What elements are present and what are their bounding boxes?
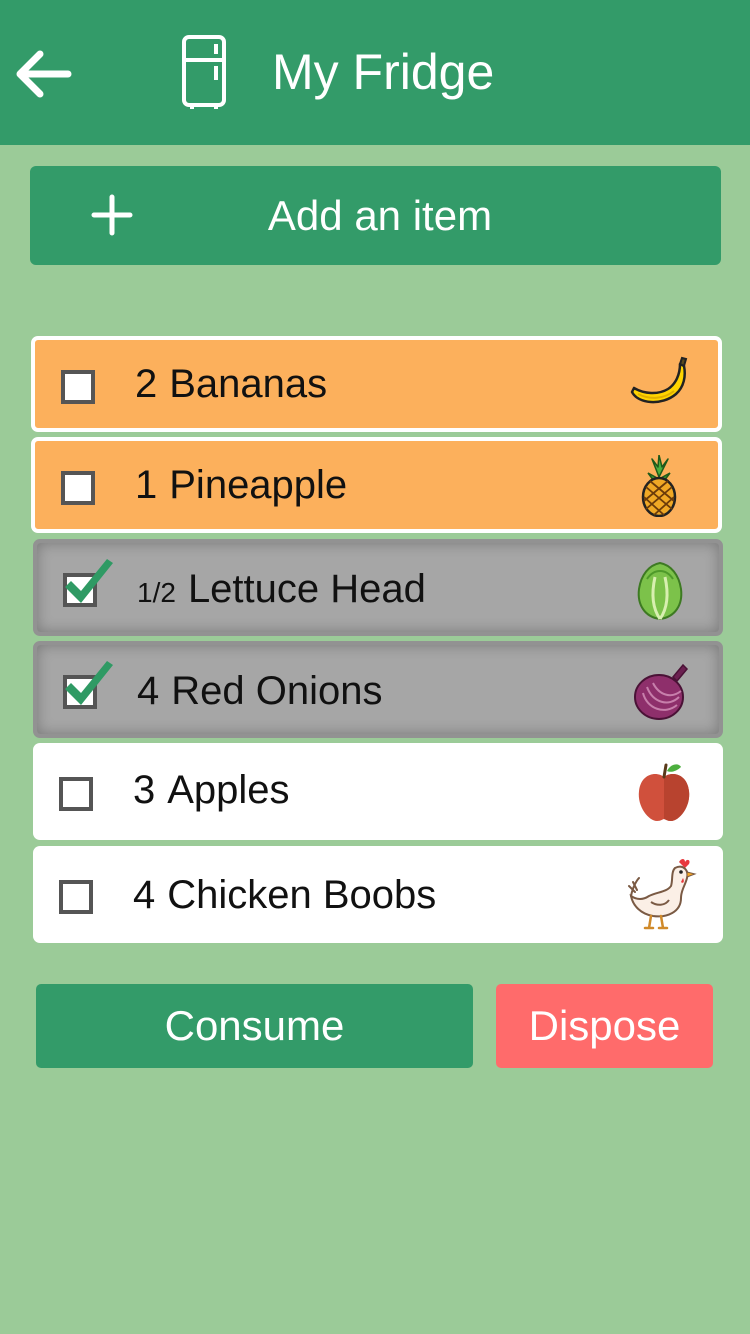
add-item-label: Add an item: [267, 192, 493, 239]
app-header: My Fridge: [0, 0, 750, 145]
item-name: Lettuce Head: [187, 567, 426, 611]
lettuce-icon: [637, 561, 683, 621]
item-name: Apples: [167, 768, 290, 812]
item-label: 1/2 Lettuce Head: [137, 565, 426, 617]
item-name: Pineapple: [169, 463, 348, 507]
item-name: Chicken Boobs: [167, 873, 437, 917]
list-item[interactable]: 2 Bananas: [31, 336, 722, 432]
list-item[interactable]: 4 Chicken Boobs: [33, 846, 723, 943]
item-quantity: 4: [137, 669, 160, 713]
item-label: 4 Red Onions: [137, 667, 382, 715]
item-quantity: 2: [135, 362, 158, 406]
check-icon: [65, 661, 113, 705]
list-item[interactable]: 4 Red Onions: [33, 641, 723, 738]
consume-button[interactable]: Consume: [36, 984, 473, 1068]
item-checkbox[interactable]: [61, 370, 95, 404]
item-checkbox[interactable]: [59, 777, 93, 811]
check-icon: [65, 559, 113, 603]
item-name: Red Onions: [171, 669, 383, 713]
list-item[interactable]: 1 Pineapple: [31, 437, 722, 533]
item-name: Bananas: [169, 362, 328, 406]
page-title: My Fridge: [272, 44, 495, 100]
add-item-button[interactable]: Add an item: [30, 166, 721, 265]
banana-icon: [630, 356, 688, 404]
item-label: 3 Apples: [133, 766, 290, 814]
apple-icon: [638, 763, 690, 821]
item-label: 4 Chicken Boobs: [133, 871, 436, 919]
list-item[interactable]: 3 Apples: [33, 743, 723, 840]
chicken-icon: [628, 859, 697, 930]
item-checkbox[interactable]: [61, 471, 95, 505]
fridge-icon: [182, 35, 226, 109]
back-button[interactable]: [14, 46, 74, 102]
dispose-button[interactable]: Dispose: [496, 984, 713, 1068]
item-quantity: 1: [135, 463, 158, 507]
red-onion-icon: [634, 663, 689, 720]
item-label: 1 Pineapple: [135, 461, 347, 509]
item-checkbox[interactable]: [59, 880, 93, 914]
pineapple-icon: [641, 455, 677, 517]
item-quantity: 3: [133, 768, 156, 812]
item-quantity: 4: [133, 873, 156, 917]
item-label: 2 Bananas: [135, 360, 327, 408]
list-item[interactable]: 1/2 Lettuce Head: [33, 539, 723, 636]
arrow-left-icon: [16, 50, 72, 98]
item-quantity: 1/2: [137, 577, 176, 608]
